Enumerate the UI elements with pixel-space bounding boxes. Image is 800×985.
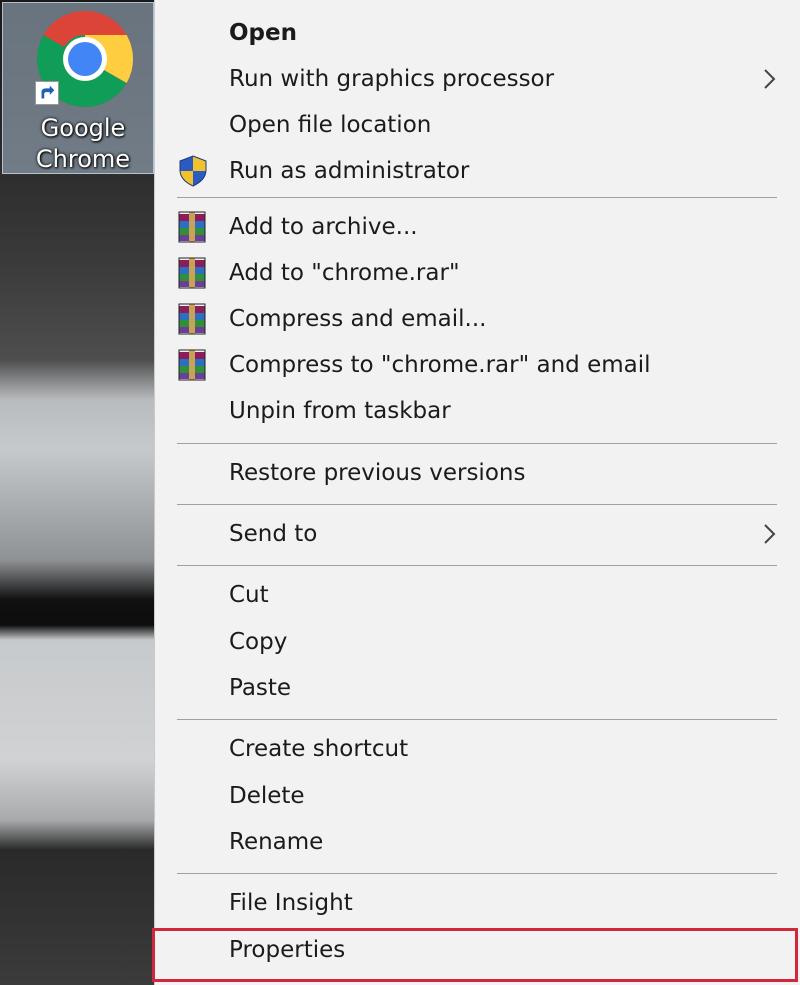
menu-item-paste[interactable]: Paste bbox=[155, 666, 797, 710]
menu-item-label: Open file location bbox=[229, 112, 432, 138]
menu-item-label: Properties bbox=[229, 937, 346, 963]
menu-item-label: Paste bbox=[229, 675, 292, 701]
menu-item-label: Compress and email... bbox=[229, 306, 487, 332]
winrar-icon bbox=[178, 349, 206, 381]
menu-item-run-with-graphics-processor[interactable]: Run with graphics processor bbox=[155, 57, 797, 101]
menu-separator bbox=[177, 565, 777, 566]
menu-item-add-to-archive[interactable]: Add to archive... bbox=[155, 205, 797, 249]
chevron-right-icon bbox=[764, 69, 776, 89]
menu-item-delete[interactable]: Delete bbox=[155, 774, 797, 818]
menu-item-label: Open bbox=[229, 20, 297, 46]
menu-separator bbox=[177, 504, 777, 505]
menu-item-file-insight[interactable]: File Insight bbox=[155, 881, 797, 925]
menu-item-label: File Insight bbox=[229, 890, 353, 916]
menu-item-label: Send to bbox=[229, 521, 318, 547]
menu-item-cut[interactable]: Cut bbox=[155, 573, 797, 617]
menu-item-compress-to-chrome-rar-and-email[interactable]: Compress to "chrome.rar" and email bbox=[155, 343, 797, 387]
context-menu: Open Run with graphics processor Open fi… bbox=[154, 0, 800, 985]
menu-item-unpin-from-taskbar[interactable]: Unpin from taskbar bbox=[155, 389, 797, 433]
menu-item-compress-and-email[interactable]: Compress and email... bbox=[155, 297, 797, 341]
menu-item-restore-previous-versions[interactable]: Restore previous versions bbox=[155, 451, 797, 495]
menu-item-properties[interactable]: Properties bbox=[155, 928, 797, 972]
menu-item-open[interactable]: Open bbox=[155, 11, 797, 55]
menu-item-open-file-location[interactable]: Open file location bbox=[155, 103, 797, 147]
menu-item-label: Run with graphics processor bbox=[229, 66, 555, 92]
menu-item-label: Unpin from taskbar bbox=[229, 398, 451, 424]
menu-item-label: Delete bbox=[229, 783, 305, 809]
menu-item-add-to-chrome-rar[interactable]: Add to "chrome.rar" bbox=[155, 251, 797, 295]
menu-item-label: Add to "chrome.rar" bbox=[229, 260, 460, 286]
winrar-icon bbox=[178, 211, 206, 243]
menu-item-run-as-administrator[interactable]: Run as administrator bbox=[155, 149, 797, 193]
menu-separator bbox=[177, 873, 777, 874]
shortcut-arrow-icon bbox=[35, 81, 59, 105]
chevron-right-icon bbox=[764, 524, 776, 544]
menu-item-label: Rename bbox=[229, 829, 324, 855]
menu-item-label: Add to archive... bbox=[229, 214, 418, 240]
menu-item-label: Restore previous versions bbox=[229, 460, 526, 486]
winrar-icon bbox=[178, 303, 206, 335]
winrar-icon bbox=[178, 257, 206, 289]
menu-item-rename[interactable]: Rename bbox=[155, 820, 797, 864]
menu-separator bbox=[177, 197, 777, 198]
menu-item-label: Cut bbox=[229, 582, 269, 608]
menu-item-copy[interactable]: Copy bbox=[155, 620, 797, 664]
chrome-desktop-shortcut[interactable]: Google Chrome bbox=[2, 2, 154, 174]
menu-separator bbox=[177, 719, 777, 720]
menu-separator bbox=[177, 443, 777, 444]
shortcut-label: Google Chrome bbox=[35, 114, 131, 173]
menu-item-label: Run as administrator bbox=[229, 158, 470, 184]
menu-item-label: Copy bbox=[229, 629, 288, 655]
menu-item-create-shortcut[interactable]: Create shortcut bbox=[155, 727, 797, 771]
uac-shield-icon bbox=[179, 155, 207, 187]
menu-item-label: Compress to "chrome.rar" and email bbox=[229, 352, 651, 378]
menu-item-label: Create shortcut bbox=[229, 736, 409, 762]
menu-item-send-to[interactable]: Send to bbox=[155, 512, 797, 556]
